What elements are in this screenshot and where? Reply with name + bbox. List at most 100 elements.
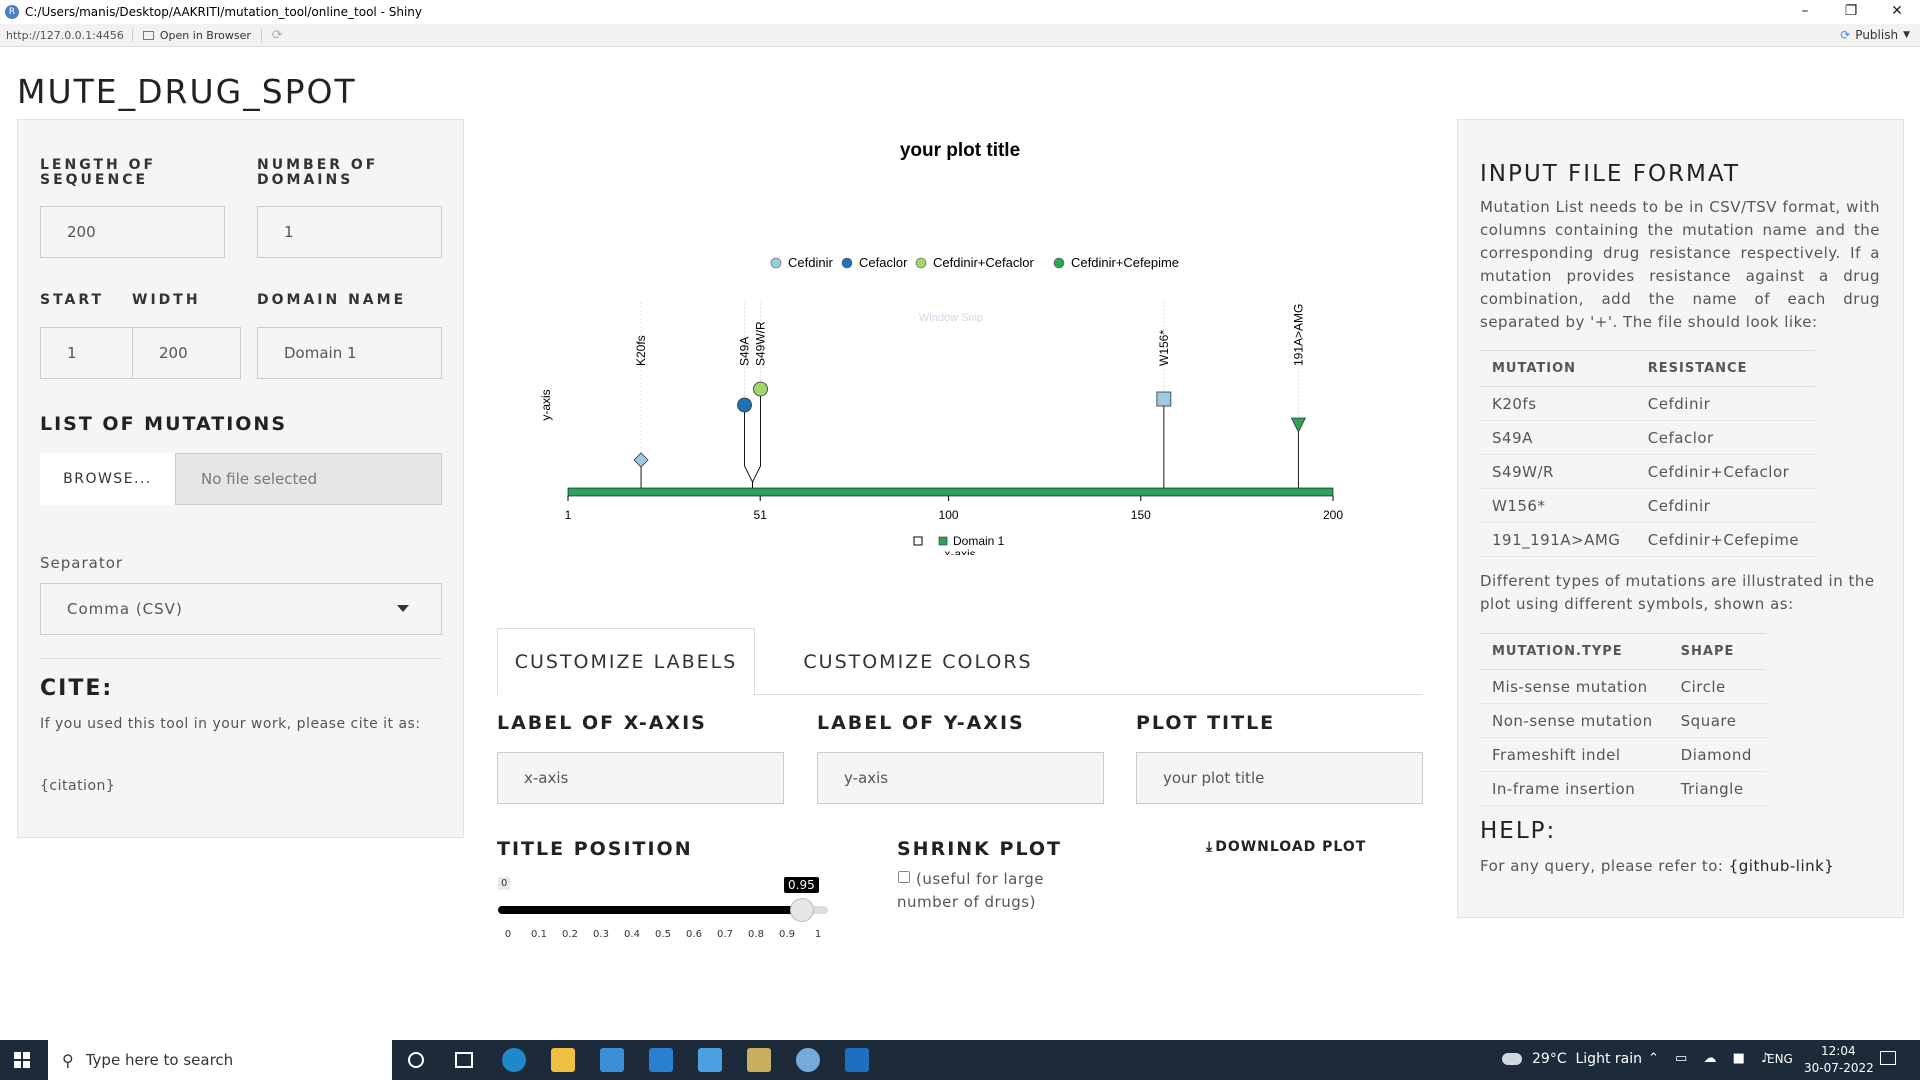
publish-label: Publish (1855, 28, 1899, 42)
taskbar-search[interactable]: ⚲ Type here to search (48, 1040, 392, 1080)
lollipop-plot: your plot title Cefdinir Cefaclor Cefdinir… (539, 140, 1343, 555)
x-axis: 1 51 100 150 200 (565, 487, 1343, 522)
format-table-cell: S49A (1480, 420, 1636, 455)
open-in-browser-button[interactable]: Open in Browser (133, 28, 262, 42)
weather-text[interactable]: 29°C Light rain (1532, 1051, 1642, 1067)
x-tick-label-0: 1 (565, 508, 572, 522)
plot-title-input[interactable]: your plot title (1136, 752, 1423, 804)
sidebar-panel: LENGTH OF SEQUENCE NUMBER OF DOMAINS 200… (17, 119, 464, 838)
width-input[interactable]: 200 (132, 327, 241, 379)
download-button[interactable]: ⤓ DOWNLOAD PLOT (1206, 839, 1366, 855)
types-table-cell: Circle (1668, 669, 1766, 704)
app-icon-2[interactable] (747, 1048, 771, 1072)
mutation-label-2: S49W/R (754, 321, 768, 366)
mutation-label-4: 191A>AMG (1291, 304, 1305, 366)
types-table-cell: Diamond (1668, 737, 1766, 772)
mutation-head-1 (737, 397, 752, 413)
table-row: In-frame insertion Triangle (1480, 771, 1766, 806)
legend-label-0: Cefdinir (788, 255, 833, 270)
help-link[interactable]: {github-link} (1729, 857, 1835, 875)
format-table: MUTATION RESISTANCE K20fs Cefdinir S49A Cefa… (1480, 350, 1815, 557)
table-row: W156* Cefdinir (1480, 488, 1815, 523)
legend-bottom-label-1: Domain 1 (953, 534, 1005, 548)
minimize-icon[interactable]: – (1782, 0, 1828, 24)
mutation-stem-1 (744, 405, 753, 488)
clock-time[interactable]: 12:04 (1821, 1044, 1856, 1058)
start-label: START (40, 292, 105, 308)
close-icon[interactable]: ✕ (1874, 0, 1920, 24)
url-text[interactable]: http://127.0.0.1:4456 (0, 28, 133, 42)
slider-tick-2: 0.2 (562, 929, 578, 940)
slider-track[interactable] (498, 906, 828, 914)
language-indicator[interactable]: ENG (1767, 1052, 1793, 1066)
task-view-icon[interactable] (455, 1052, 473, 1068)
legend-swatch-2 (915, 257, 927, 269)
table-row: K20fs Cefdinir (1480, 386, 1815, 421)
mail-icon[interactable] (649, 1048, 673, 1072)
powershell-icon[interactable] (845, 1048, 869, 1072)
format-table-cell: Cefdinir+Cefaclor (1635, 454, 1815, 489)
separator-select[interactable]: Comma (CSV) (40, 583, 442, 635)
tray-icons[interactable]: ⌃ ▭ ☁ ■ ♪ (1648, 1051, 1775, 1066)
legend-label-1: Cefaclor (859, 255, 908, 270)
slider-tick-3: 0.3 (593, 929, 609, 940)
tab-customize-colors[interactable]: CUSTOMIZE COLORS (755, 628, 1081, 695)
slider-tick-1: 0.1 (531, 929, 547, 940)
legend-swatch-0 (770, 257, 782, 269)
chevron-down-icon (397, 605, 409, 612)
publish-icon: ⟳ (1840, 28, 1851, 42)
types-table-header-0: MUTATION.TYPE (1480, 633, 1669, 670)
edge-icon[interactable] (502, 1048, 526, 1072)
browse-button[interactable]: BROWSE... (40, 453, 175, 505)
slider-tick-4: 0.4 (624, 929, 640, 940)
types-table: MUTATION.TYPE SHAPE Mis-sense mutation Cir… (1480, 633, 1766, 806)
cortana-icon[interactable] (408, 1052, 424, 1068)
publish-button[interactable]: ⟳ Publish ▼ (1840, 28, 1910, 42)
clock-date[interactable]: 30-07-2022 (1804, 1061, 1874, 1075)
info-description: Mutation List needs to be in CSV/TSV for… (1480, 198, 1880, 331)
restore-icon[interactable]: ❐ (1828, 0, 1874, 24)
legend-top: Cefdinir Cefaclor Cefdinir+Cefaclor Cefdini… (770, 255, 1179, 270)
x-axis-input[interactable]: x-axis (497, 752, 784, 804)
refresh-icon[interactable]: ⟳ (262, 28, 293, 43)
types-table-cell: Non-sense mutation (1480, 703, 1669, 738)
x-tick-label-1: 51 (754, 508, 768, 522)
store-icon[interactable] (600, 1048, 624, 1072)
separator-value: Comma (CSV) (67, 600, 183, 618)
tabs-bar: CUSTOMIZE LABELS CUSTOMIZE COLORS (497, 628, 1423, 696)
y-axis-input[interactable]: y-axis (817, 752, 1104, 804)
legend-bottom: Domain 1 (913, 534, 1005, 548)
legend-swatch-3 (1053, 257, 1065, 269)
width-label: WIDTH (132, 292, 201, 308)
mutation-head-4 (1290, 417, 1307, 433)
rstudio-icon[interactable] (796, 1048, 820, 1072)
slider-ticks: 0 0.1 0.2 0.3 0.4 0.5 0.6 0.7 0.8 0.9 1 (498, 917, 828, 947)
file-status: No file selected (175, 453, 442, 505)
app-icon[interactable] (698, 1048, 722, 1072)
domains-input[interactable]: 1 (257, 206, 442, 258)
slider-fill (498, 906, 802, 914)
app-title: MUTE_DRUG_SPOT (17, 72, 357, 111)
x-axis-label: x-axis (944, 547, 975, 555)
plot-title: your plot title (900, 140, 1020, 161)
format-table-cell: Cefdinir (1635, 488, 1815, 523)
start-input[interactable]: 1 (40, 327, 133, 379)
cite-text: If you used this tool in your work, plea… (40, 716, 421, 732)
slider-tick-7: 0.7 (717, 929, 733, 940)
mutation-marks: K20fs S49A S49W/R W156* 191A>AMG (633, 300, 1307, 488)
mutation-label-1: S49A (738, 337, 752, 366)
search-placeholder: Type here to search (85, 1051, 234, 1069)
length-input[interactable]: 200 (40, 206, 225, 258)
notification-icon[interactable] (1880, 1051, 1896, 1065)
tab-customize-labels[interactable]: CUSTOMIZE LABELS (497, 628, 755, 696)
slider-tick-5: 0.5 (655, 929, 671, 940)
mutation-mark-2: S49W/R (752, 300, 768, 488)
table-row: Frameshift indel Diamond (1480, 737, 1766, 772)
help-heading: HELP: (1480, 818, 1557, 844)
x-tick-label-4: 200 (1323, 508, 1343, 522)
domain-name-input[interactable]: Domain 1 (257, 327, 442, 379)
windows-start-icon[interactable] (14, 1052, 30, 1068)
legend-bottom-swatch-1 (938, 536, 948, 546)
mutation-mark-3: W156* (1156, 300, 1172, 488)
file-explorer-icon[interactable] (551, 1048, 575, 1072)
